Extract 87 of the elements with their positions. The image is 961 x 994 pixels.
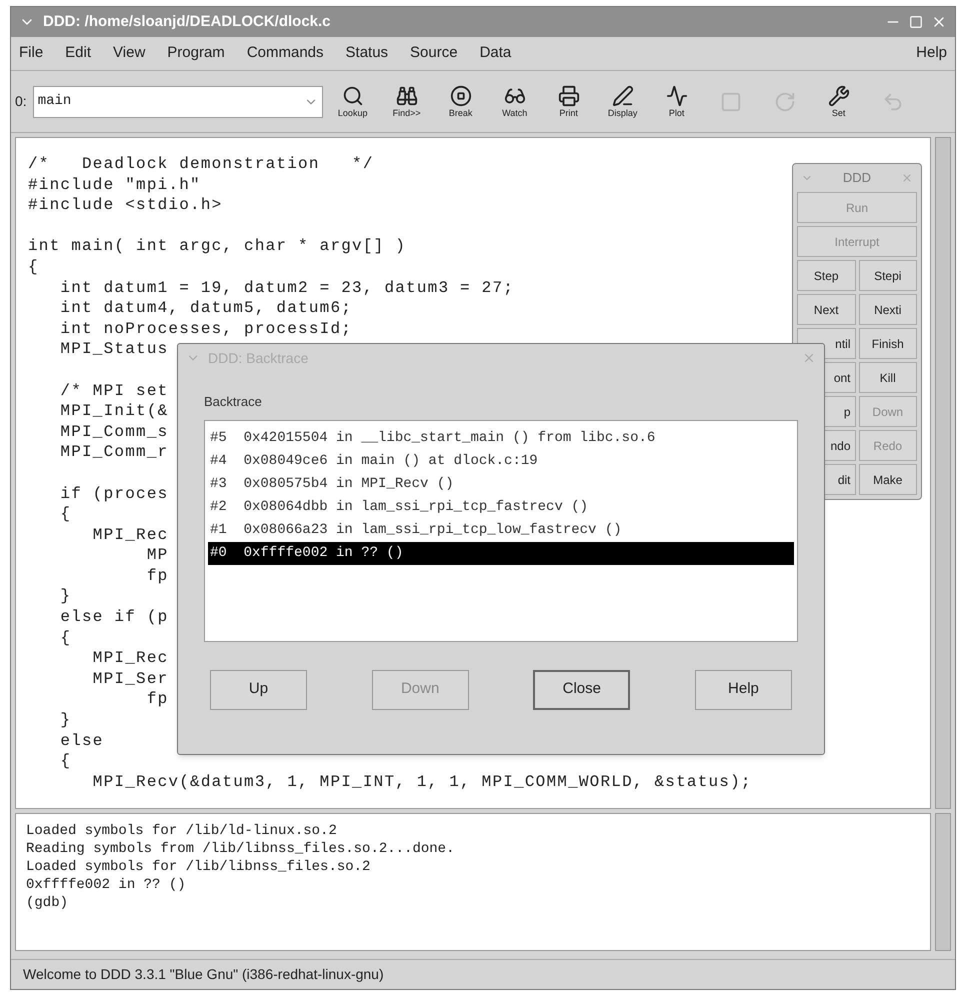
menu-item[interactable]: Status: [346, 42, 388, 65]
code-line: #include "mpi.h": [28, 174, 201, 196]
code-line: #include <stdio.h>: [28, 195, 222, 216]
square-icon: [720, 90, 742, 112]
binoculars-icon: [396, 85, 418, 107]
backtrace-row[interactable]: #5 0x42015504 in __libc_start_main () from libc.so.6: [208, 426, 794, 450]
code-line: int main( int argc, char * argv[] ): [28, 236, 406, 257]
command-button[interactable]: Finish: [858, 328, 917, 359]
command-button[interactable]: Make: [858, 464, 917, 495]
code-line: MPI_Rec: [92, 648, 168, 669]
code-line: }: [59, 586, 72, 608]
code-line: MPI_Comm_s: [59, 422, 168, 442]
code-line: MPI_Init(&: [59, 401, 168, 422]
search-icon: [342, 85, 364, 107]
command-button[interactable]: Step: [797, 260, 856, 291]
code-line: MPI_Comm_r: [59, 442, 168, 463]
code-line: {: [59, 751, 72, 772]
dialog-button[interactable]: Close: [533, 670, 630, 710]
code-line: fp: [146, 689, 168, 710]
menu-item[interactable]: File: [19, 42, 44, 65]
menu-item[interactable]: Commands: [246, 42, 324, 65]
dialog-button[interactable]: Help: [694, 670, 792, 710]
console-line: Reading symbols from /lib/libnss_files.so.2...done.: [26, 840, 454, 858]
code-line: fp: [146, 566, 168, 586]
menu-item[interactable]: Program: [167, 42, 225, 65]
rotate-icon: [774, 90, 796, 112]
toolbar-button[interactable]: Break: [436, 76, 485, 126]
code-line: int datum1 = 19, datum2 = 23, datum3 = 27;: [59, 278, 514, 298]
code-line: /* Deadlock demonstration */: [28, 154, 374, 175]
code-line: int noProcesses, processId;: [59, 318, 352, 340]
scrollbar[interactable]: [935, 813, 951, 951]
code-line: int datum4, datum5, datum6;: [59, 298, 352, 319]
stop-icon: [450, 85, 472, 107]
menu-item[interactable]: Source: [410, 42, 458, 65]
window-title: DDD: [842, 169, 872, 188]
toolbar-button[interactable]: Print: [544, 76, 593, 126]
command-button[interactable]: Kill: [858, 362, 917, 393]
code-line: MPI_Ser: [92, 668, 168, 690]
close-icon[interactable]: [900, 172, 913, 184]
plot-icon: [666, 85, 688, 107]
code-line: {: [28, 256, 39, 278]
backtrace-row[interactable]: #4 0x08049ce6 in main () at dlock.c:19: [208, 450, 794, 472]
command-button[interactable]: Nexti: [858, 294, 917, 325]
code-line: {: [59, 504, 72, 525]
backtrace-row[interactable]: #1 0x08066a23 in lam_ssi_rpi_tcp_low_fastrecv (): [208, 518, 794, 542]
dialog-button[interactable]: Up: [210, 670, 307, 710]
console-line: Loaded symbols for /lib/libnss_files.so.2: [26, 858, 370, 876]
backtrace-row[interactable]: #3 0x080575b4 in MPI_Recv (): [208, 472, 794, 496]
menu-item[interactable]: Edit: [65, 42, 92, 65]
backtrace-row[interactable]: #0 0xffffe002 in ?? (): [208, 542, 794, 564]
toolbar-button[interactable]: Find>>: [382, 76, 431, 126]
menu-item[interactable]: View: [113, 42, 146, 65]
scrollbar[interactable]: [935, 137, 951, 809]
toolbar-button[interactable]: Plot: [652, 76, 701, 126]
code-line: {: [59, 628, 72, 648]
code-line: MPI_Status: [59, 339, 168, 360]
argument-field[interactable]: main: [32, 86, 323, 118]
menu-item[interactable]: Data: [480, 42, 512, 65]
pen-icon: [612, 85, 634, 107]
window-title: DDD: /home/sloanjd/DEADLOCK/dlock.c: [43, 12, 331, 32]
argument-label: 0:: [15, 92, 27, 111]
command-button[interactable]: Next: [797, 294, 856, 325]
toolbar-button[interactable]: Set: [814, 76, 863, 126]
close-icon[interactable]: [802, 351, 816, 365]
code-line: else: [59, 730, 104, 752]
code-line: MPI_Recv(&datum3, 1, MPI_INT, 1, 1, MPI_COMM_WORLD, &status);: [92, 772, 752, 792]
code-line: }: [59, 710, 72, 731]
command-button[interactable]: Stepi: [858, 260, 917, 291]
code-line: else if (p: [59, 607, 168, 628]
code-line: MP: [146, 545, 168, 566]
code-line: if (proces: [59, 484, 168, 504]
printer-icon: [558, 85, 580, 107]
console-line: Loaded symbols for /lib/ld-linux.so.2: [26, 822, 337, 840]
code-line: /* MPI set: [59, 380, 168, 402]
maximize-icon[interactable]: [909, 15, 923, 29]
code-line: MPI_Rec: [92, 524, 168, 546]
backtrace-row[interactable]: #2 0x08064dbb in lam_ssi_rpi_tcp_fastrecv (): [208, 496, 794, 518]
menu-item[interactable]: Help: [916, 42, 947, 65]
wrench-icon: [828, 85, 850, 107]
status-text: Welcome to DDD 3.3.1 "Blue Gnu" (i386-redhat-linux-gnu): [23, 965, 384, 984]
undo-icon: [882, 90, 904, 112]
toolbar-button[interactable]: Display: [598, 76, 647, 126]
toolbar-button[interactable]: Lookup: [328, 76, 377, 126]
list-label: Backtrace: [204, 393, 262, 411]
toolbar-button[interactable]: Watch: [490, 76, 539, 126]
console-line: 0xffffe002 in ?? (): [26, 876, 186, 894]
console-line: (gdb): [26, 894, 68, 912]
